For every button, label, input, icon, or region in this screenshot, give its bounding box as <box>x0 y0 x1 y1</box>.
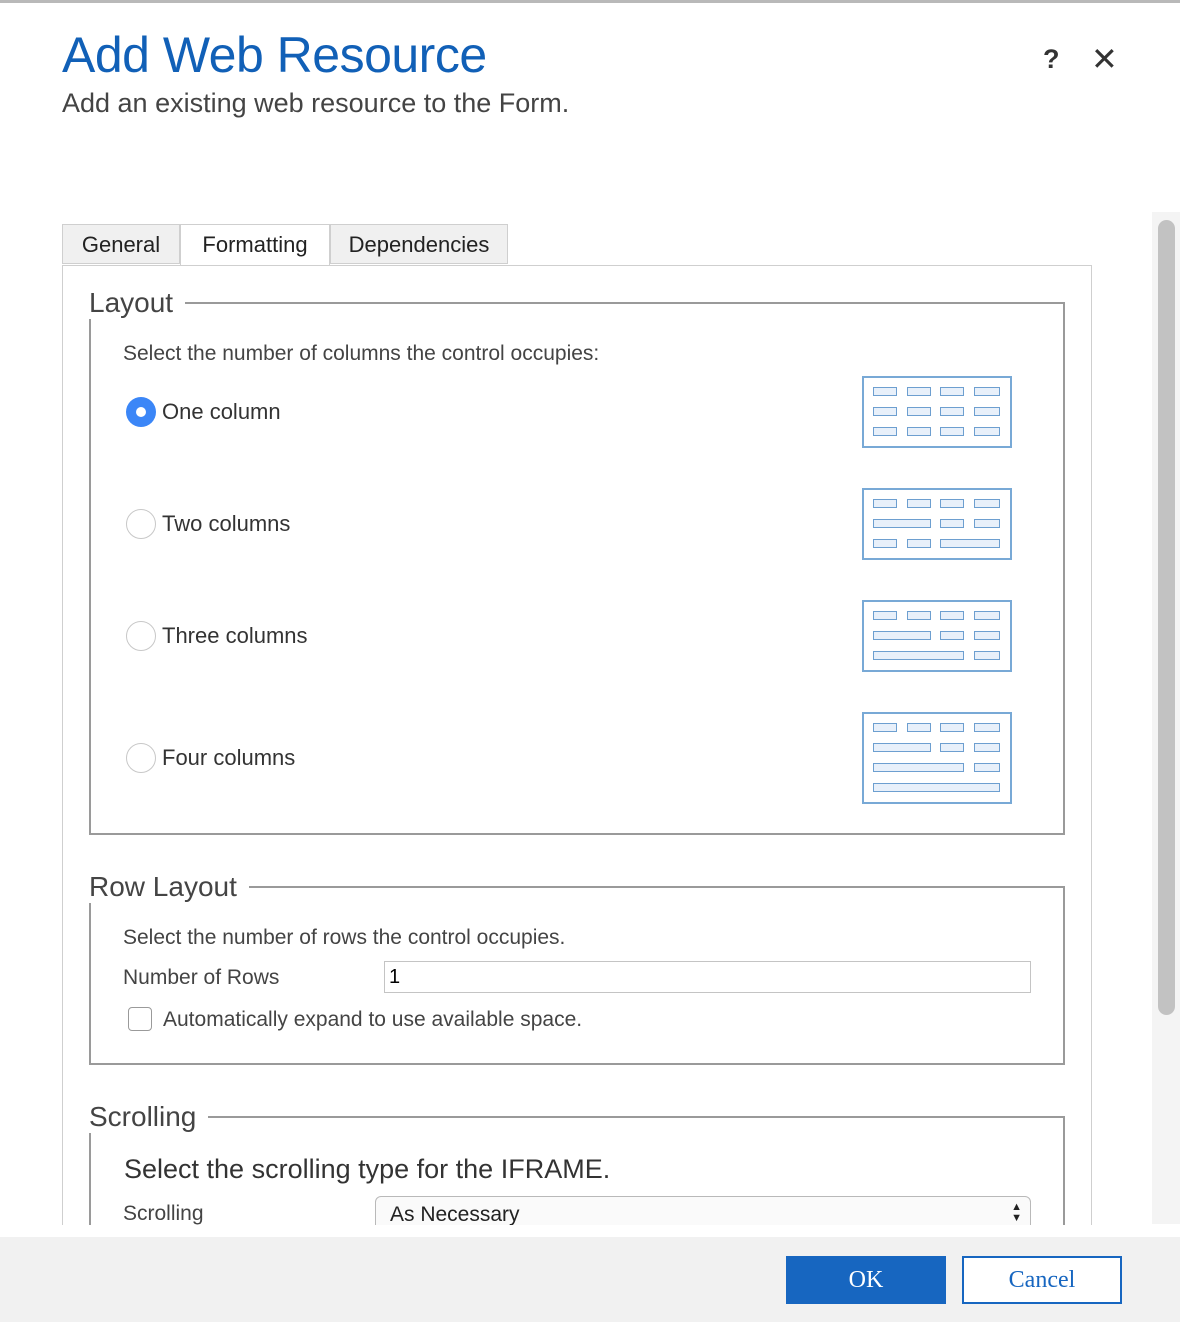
scrollbar-thumb[interactable] <box>1158 220 1175 1015</box>
content-clip-edge <box>0 1225 1152 1237</box>
layout-description: Select the number of columns the control… <box>123 342 600 365</box>
cancel-button[interactable]: Cancel <box>962 1256 1122 1304</box>
one-column-preview-icon <box>862 376 1012 448</box>
four-columns-preview-icon <box>862 712 1012 804</box>
layout-legend: Layout <box>89 287 186 319</box>
tab-formatting[interactable]: Formatting <box>180 224 330 266</box>
scrolling-legend: Scrolling <box>89 1101 209 1133</box>
radio-label: Four columns <box>162 745 296 770</box>
radio-label: Three columns <box>162 623 308 648</box>
close-icon[interactable]: ✕ <box>1091 40 1118 78</box>
auto-expand-checkbox[interactable] <box>128 1007 152 1031</box>
scrolling-label: Scrolling <box>123 1202 204 1225</box>
ok-button[interactable]: OK <box>786 1256 946 1304</box>
help-icon[interactable]: ? <box>1043 44 1060 75</box>
tab-dependencies[interactable]: Dependencies <box>330 224 508 264</box>
radio-button-checked[interactable] <box>126 397 156 427</box>
select-updown-icon: ▲ ▼ <box>1011 1201 1022 1224</box>
auto-expand-label: Automatically expand to use available sp… <box>163 1008 583 1031</box>
row-layout-legend: Row Layout <box>89 871 249 903</box>
radio-button[interactable] <box>126 509 156 539</box>
radio-three-columns[interactable]: Three columns <box>126 620 308 652</box>
radio-button[interactable] <box>126 743 156 773</box>
number-of-rows-input[interactable] <box>384 961 1031 993</box>
radio-two-columns[interactable]: Two columns <box>126 508 290 540</box>
dialog-subtitle: Add an existing web resource to the Form… <box>62 88 570 118</box>
radio-label: Two columns <box>162 511 291 536</box>
radio-label: One column <box>162 399 281 424</box>
tab-general[interactable]: General <box>62 224 180 264</box>
radio-one-column[interactable]: One column <box>126 396 281 428</box>
radio-four-columns[interactable]: Four columns <box>126 742 295 774</box>
scrolling-description: Select the scrolling type for the IFRAME… <box>124 1154 611 1184</box>
window-top-border <box>0 0 1180 3</box>
two-columns-preview-icon <box>862 488 1012 560</box>
scrolling-selected-value: As Necessary <box>390 1203 520 1226</box>
number-of-rows-label: Number of Rows <box>123 966 280 989</box>
three-columns-preview-icon <box>862 600 1012 672</box>
radio-button[interactable] <box>126 621 156 651</box>
row-layout-description: Select the number of rows the control oc… <box>123 926 566 949</box>
dialog-title: Add Web Resource <box>62 27 487 83</box>
